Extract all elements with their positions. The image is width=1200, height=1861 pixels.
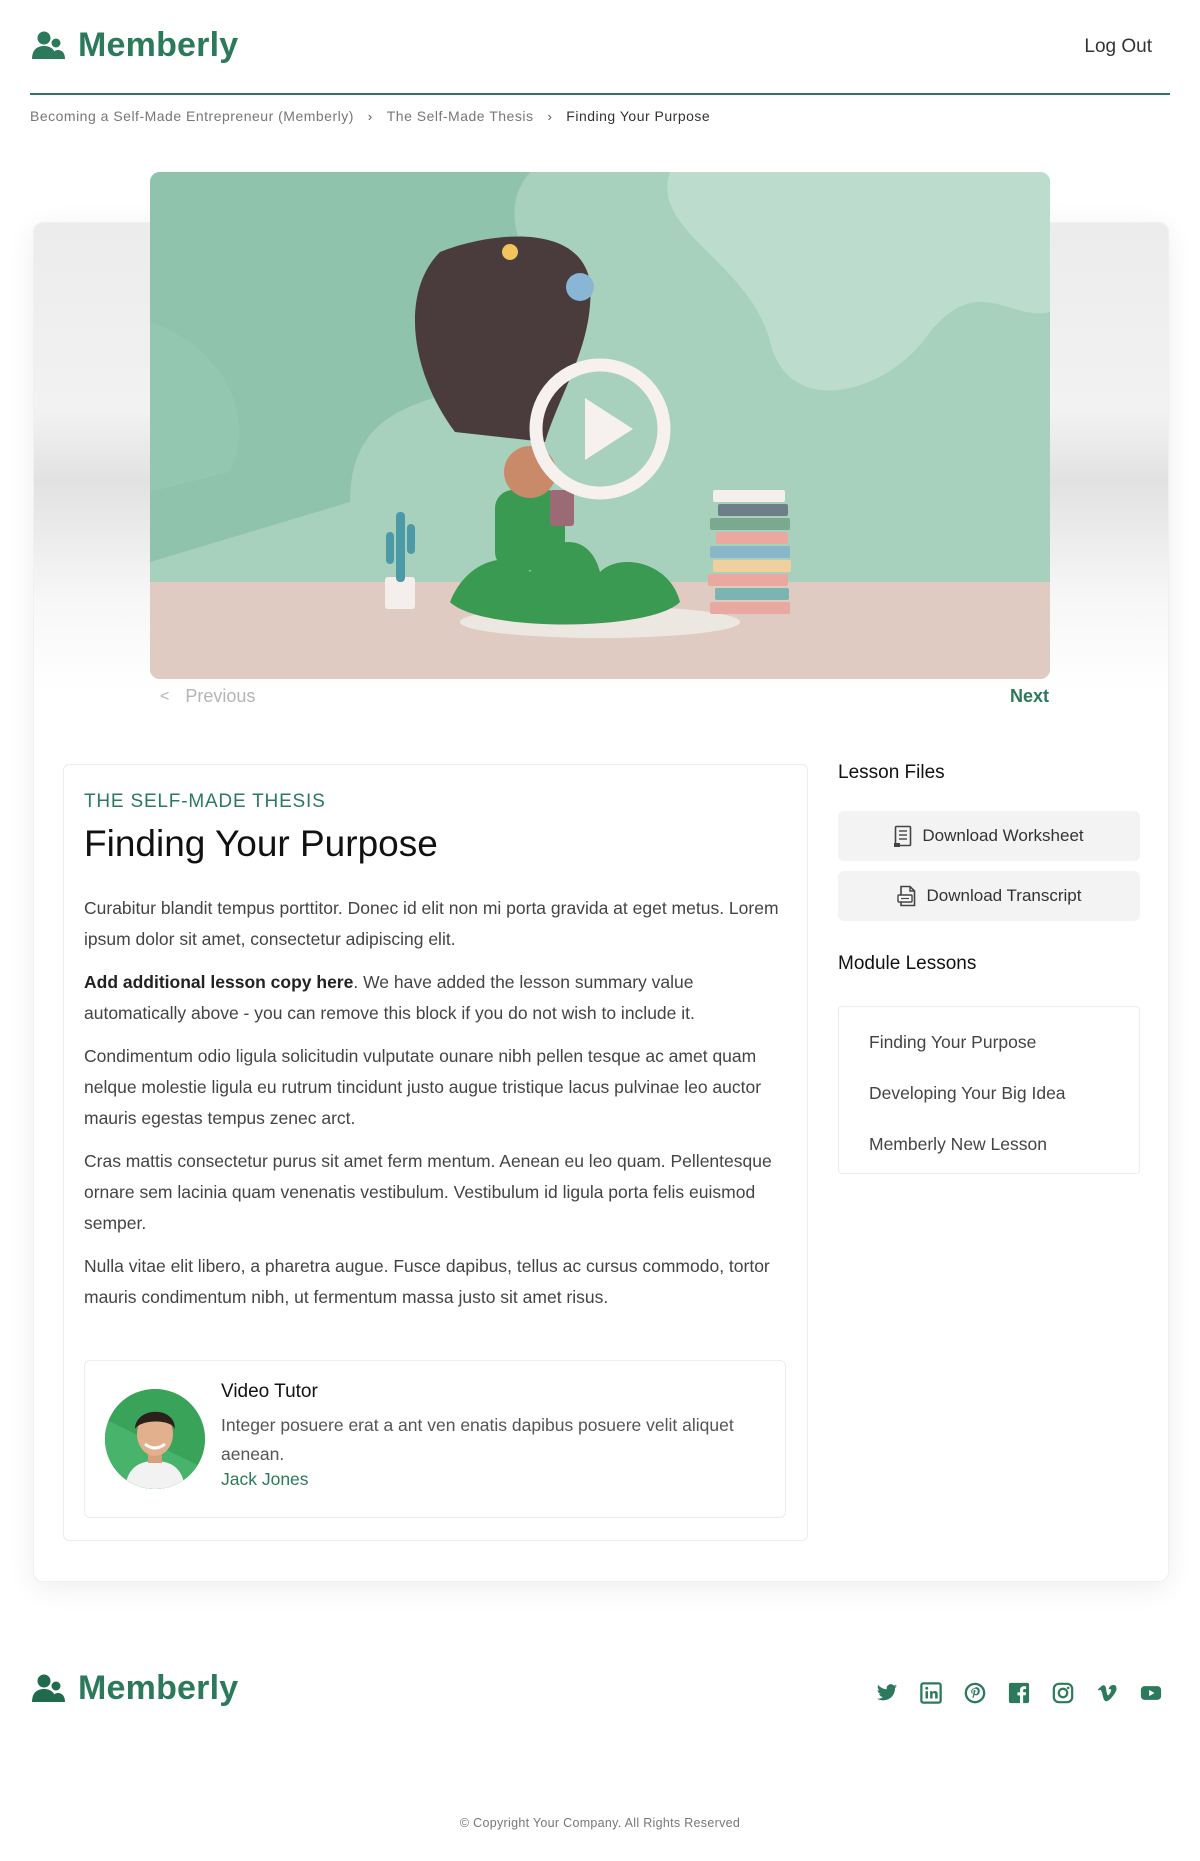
avatar — [105, 1389, 205, 1489]
users-icon — [32, 1674, 65, 1702]
paragraph: Add additional lesson copy here. We have… — [84, 967, 784, 1029]
page-title: Finding Your Purpose — [84, 823, 438, 864]
tutor-heading: Video Tutor — [221, 1381, 318, 1402]
module-lessons-list: Finding Your Purpose Developing Your Big… — [838, 1006, 1140, 1174]
module-lessons-heading: Module Lessons — [838, 953, 977, 974]
twitter-icon[interactable] — [876, 1682, 898, 1704]
breadcrumb-course[interactable]: Becoming a Self-Made Entrepreneur (Membe… — [30, 108, 354, 124]
youtube-icon[interactable] — [1140, 1682, 1162, 1704]
site-header: Memberly Log Out — [30, 0, 1170, 95]
play-button[interactable] — [523, 352, 677, 506]
facebook-icon[interactable] — [1008, 1682, 1030, 1704]
play-icon — [529, 358, 671, 500]
download-worksheet-label: Download Worksheet — [922, 826, 1084, 845]
pdf-file-icon — [896, 885, 915, 907]
paragraph: Curabitur blandit tempus porttitor. Done… — [84, 898, 779, 949]
download-transcript-button[interactable]: Download Transcript — [838, 871, 1140, 921]
lesson-item-developing-your-big-idea[interactable]: Developing Your Big Idea — [839, 1068, 1139, 1119]
chevron-left-icon: < — [160, 687, 170, 705]
footer-brand-logo[interactable]: Memberly — [30, 1669, 238, 1708]
module-name: THE SELF-MADE THESIS — [84, 791, 326, 812]
bold-text: Add additional lesson copy here — [84, 972, 354, 992]
lesson-content: THE SELF-MADE THESIS Finding Your Purpos… — [63, 764, 808, 1541]
download-worksheet-button[interactable]: Download Worksheet — [838, 811, 1140, 861]
previous-label: Previous — [185, 686, 256, 706]
vimeo-icon[interactable] — [1096, 1682, 1118, 1704]
paragraph: Nulla vitae elit libero, a pharetra augu… — [84, 1256, 770, 1307]
chevron-right-icon: › — [367, 108, 373, 124]
lesson-item-finding-your-purpose[interactable]: Finding Your Purpose — [839, 1017, 1139, 1068]
footer-brand-name: Memberly — [78, 1669, 239, 1707]
brand-name: Memberly — [78, 26, 239, 64]
linkedin-icon[interactable] — [920, 1682, 942, 1704]
tutor-name-link[interactable]: Jack Jones — [221, 1469, 309, 1490]
pinterest-icon[interactable] — [964, 1682, 986, 1704]
document-icon — [894, 825, 912, 847]
chevron-right-icon: › — [547, 108, 553, 124]
users-icon — [32, 31, 65, 59]
next-lesson-button[interactable]: Next — [1010, 686, 1049, 707]
paragraph: Cras mattis consectetur purus sit amet f… — [84, 1151, 772, 1233]
lesson-body: Curabitur blandit tempus porttitor. Done… — [84, 893, 784, 1325]
lesson-files-heading: Lesson Files — [838, 762, 945, 783]
video-tutor-box: Video Tutor Integer posuere erat a ant v… — [84, 1360, 786, 1518]
download-transcript-label: Download Transcript — [926, 886, 1082, 905]
breadcrumb-module[interactable]: The Self-Made Thesis — [387, 108, 534, 124]
tutor-description: Integer posuere erat a ant ven enatis da… — [221, 1415, 734, 1464]
paragraph: Condimentum odio ligula solicitudin vulp… — [84, 1046, 762, 1128]
lesson-item-memberly-new-lesson[interactable]: Memberly New Lesson — [839, 1119, 1139, 1170]
brand-logo[interactable]: Memberly — [30, 26, 238, 65]
previous-lesson-button[interactable]: < Previous — [160, 686, 255, 707]
video-player[interactable] — [150, 172, 1050, 679]
logout-link[interactable]: Log Out — [1084, 36, 1152, 58]
instagram-icon[interactable] — [1052, 1682, 1074, 1704]
breadcrumb-current: Finding Your Purpose — [566, 108, 711, 124]
breadcrumb: Becoming a Self-Made Entrepreneur (Membe… — [30, 108, 710, 124]
copyright-text: © Copyright Your Company. All Rights Res… — [459, 1816, 741, 1830]
